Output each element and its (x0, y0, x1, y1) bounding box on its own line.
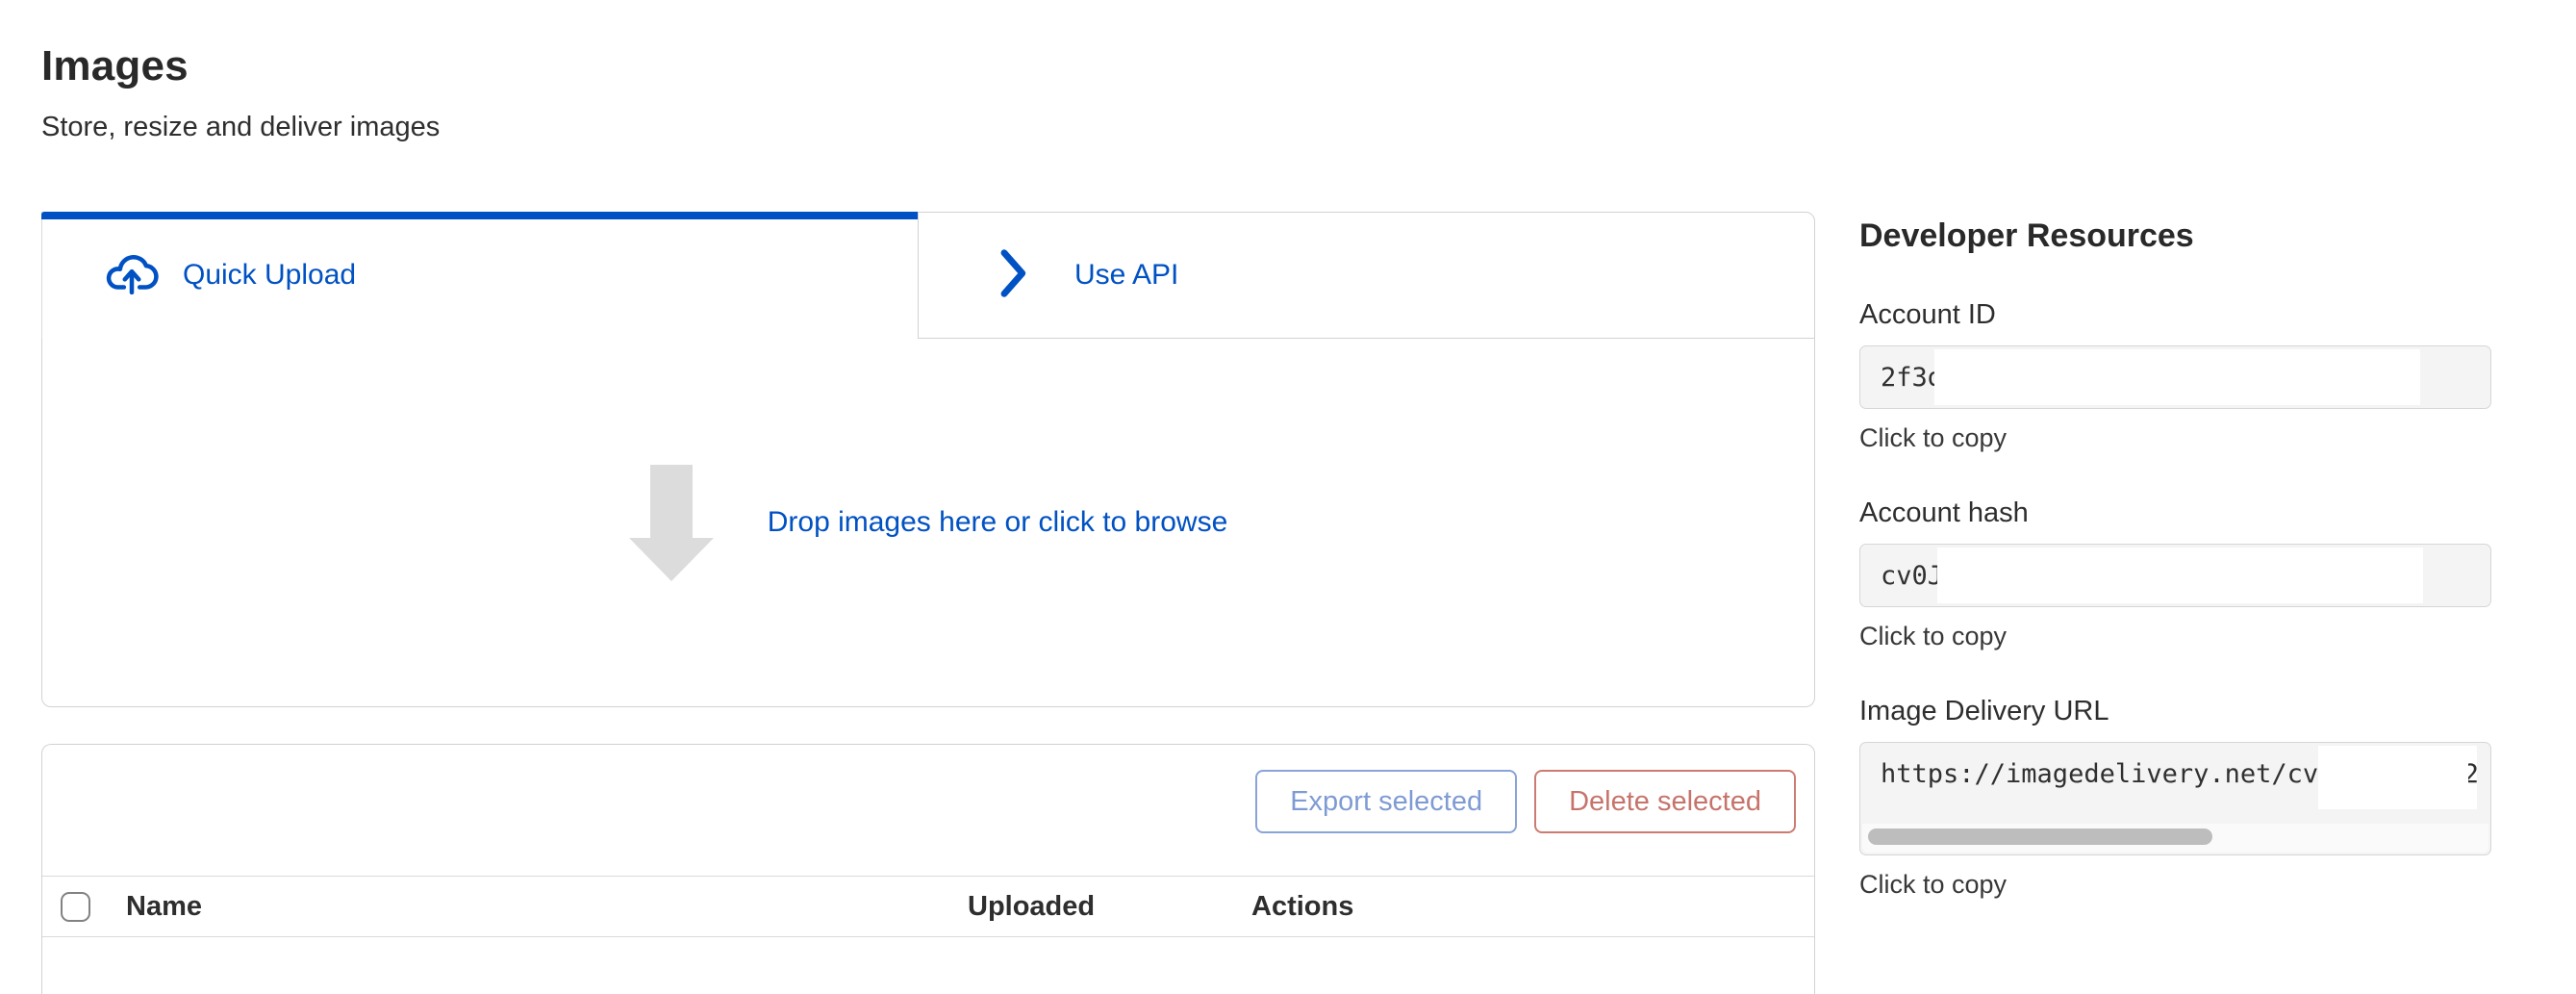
image-delivery-url-group: Image Delivery URL https://imagedelivery… (1859, 696, 2491, 900)
tab-use-api-label: Use API (1074, 259, 1178, 292)
account-hash-value[interactable]: cv0J (1859, 544, 2491, 607)
page-title: Images (41, 42, 1815, 90)
upload-tabs: Quick Upload Use API (41, 212, 1815, 339)
account-id-value[interactable]: 2f3d (1859, 345, 2491, 409)
delete-selected-button[interactable]: Delete selected (1534, 770, 1796, 833)
images-table-card: Export selected Delete selected Name Upl… (41, 744, 1815, 994)
images-page: Images Store, resize and deliver images … (41, 0, 1815, 994)
arrow-down-icon (629, 465, 714, 581)
partial-character: 2 (2468, 759, 2479, 789)
tab-use-api[interactable]: Use API (918, 212, 1815, 339)
tab-quick-upload[interactable]: Quick Upload (41, 212, 918, 339)
account-hash-copy-hint: Click to copy (1859, 622, 2491, 651)
horizontal-scrollbar-thumb[interactable] (1868, 828, 2212, 845)
chevron-right-icon (999, 247, 1028, 304)
account-hash-text: cv0J (1881, 561, 1943, 591)
image-delivery-url-text: https://imagedelivery.net/cv0JSj (1881, 759, 2381, 789)
column-header-uploaded: Uploaded (968, 891, 1251, 923)
developer-resources-heading: Developer Resources (1859, 217, 2491, 255)
horizontal-scrollbar-track (1862, 824, 2488, 853)
account-hash-group: Account hash cv0J Click to copy (1859, 497, 2491, 651)
account-id-group: Account ID 2f3d Click to copy (1859, 299, 2491, 453)
table-header-row: Name Uploaded Actions (42, 877, 1814, 937)
image-delivery-url-value[interactable]: https://imagedelivery.net/cv0JSj 2 (1859, 742, 2491, 855)
account-hash-label: Account hash (1859, 497, 2491, 529)
tab-quick-upload-label: Quick Upload (183, 259, 356, 292)
column-header-name: Name (126, 891, 968, 923)
image-delivery-url-label: Image Delivery URL (1859, 696, 2491, 727)
select-all-checkbox[interactable] (61, 892, 90, 922)
account-id-label: Account ID (1859, 299, 2491, 331)
upload-card: Quick Upload Use API Drop images here or… (41, 212, 1815, 707)
cloud-upload-icon (104, 252, 160, 299)
page-subtitle: Store, resize and deliver images (41, 112, 1815, 143)
redaction-overlay (1937, 548, 2423, 603)
image-dropzone[interactable]: Drop images here or click to browse (41, 339, 1815, 707)
developer-resources-panel: Developer Resources Account ID 2f3d Clic… (1859, 0, 2491, 900)
account-id-copy-hint: Click to copy (1859, 423, 2491, 453)
redaction-overlay (1934, 349, 2420, 405)
column-header-actions: Actions (1251, 891, 1796, 923)
table-toolbar: Export selected Delete selected (42, 745, 1814, 877)
export-selected-button[interactable]: Export selected (1255, 770, 1517, 833)
select-all-checkbox-cell (61, 892, 126, 922)
redaction-overlay (2318, 746, 2477, 809)
dropzone-label: Drop images here or click to browse (768, 506, 1228, 539)
image-delivery-url-copy-hint: Click to copy (1859, 870, 2491, 900)
